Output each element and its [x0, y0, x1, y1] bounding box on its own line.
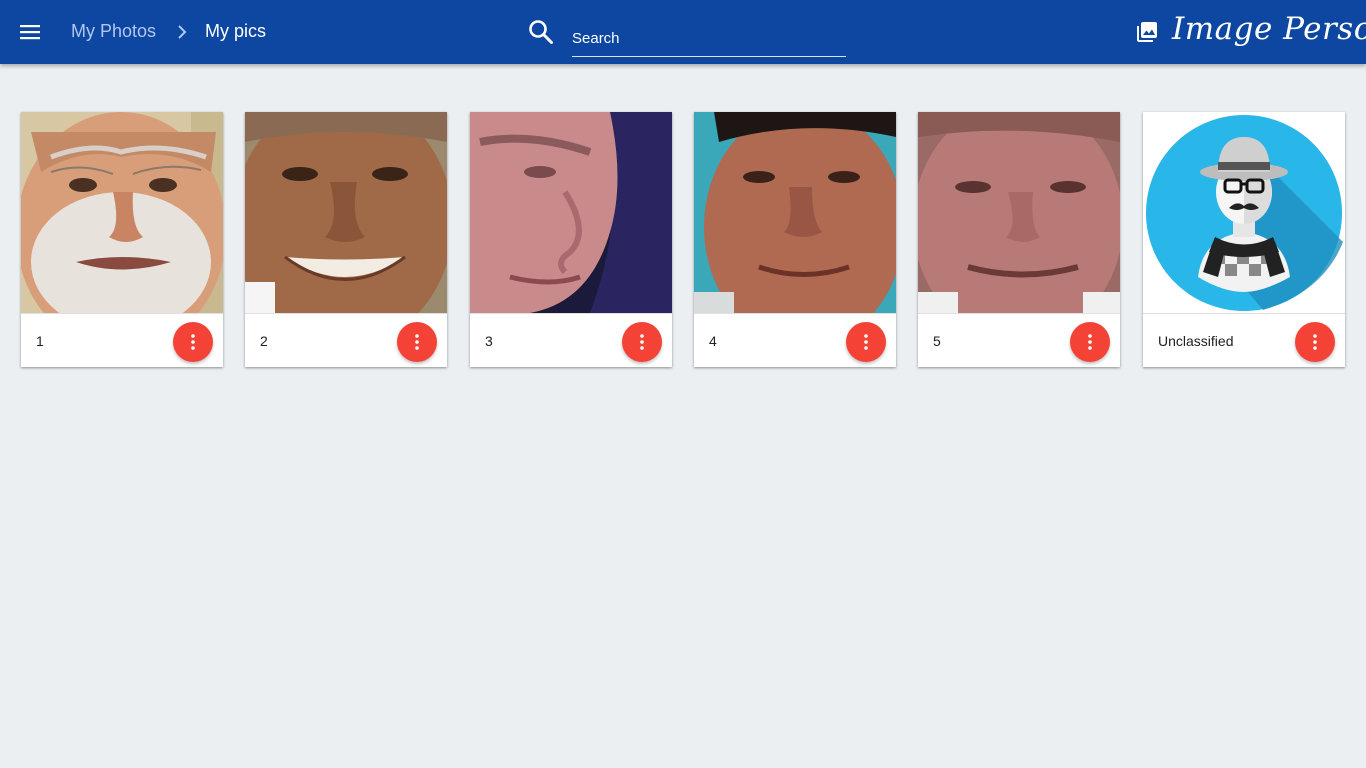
photo-library-icon [1135, 20, 1159, 44]
hipster-avatar [1143, 112, 1345, 313]
card-footer: 4 [694, 313, 896, 367]
more-vert-icon [864, 334, 868, 350]
persona-card[interactable]: 4 [694, 112, 896, 367]
search-input[interactable] [572, 20, 846, 57]
card-label: Unclassified [1158, 333, 1234, 349]
card-footer: 2 [245, 313, 447, 367]
breadcrumb-root[interactable]: My Photos [71, 21, 156, 42]
face-photo [918, 112, 1120, 313]
more-vert-icon [191, 334, 195, 350]
card-label: 5 [933, 333, 941, 349]
face-photo [21, 112, 223, 313]
more-vert-icon [1088, 334, 1092, 350]
more-vert-icon [415, 334, 419, 350]
face-photo [245, 112, 447, 313]
card-label: 4 [709, 333, 717, 349]
card-label: 2 [260, 333, 268, 349]
face-photo [470, 112, 672, 313]
search-icon[interactable] [527, 18, 555, 46]
card-label: 3 [485, 333, 493, 349]
card-footer: 5 [918, 313, 1120, 367]
persona-card-unclassified[interactable]: Unclassified [1143, 112, 1345, 367]
app-logo-text: Image Persona [1172, 11, 1366, 47]
card-menu-button[interactable] [1295, 322, 1335, 362]
face-photo [694, 112, 896, 313]
card-menu-button[interactable] [846, 322, 886, 362]
persona-card[interactable]: 3 [470, 112, 672, 367]
more-vert-icon [640, 334, 644, 350]
breadcrumb-current: My pics [205, 21, 267, 41]
app-header: My Photos My pics Image Persona [0, 0, 1366, 64]
card-menu-button[interactable] [173, 322, 213, 362]
persona-card[interactable]: 5 [918, 112, 1120, 367]
persona-card[interactable]: 2 [245, 112, 447, 367]
chevron-right-icon [174, 22, 190, 42]
card-footer: Unclassified [1143, 313, 1345, 367]
more-vert-icon [1313, 334, 1317, 350]
menu-button[interactable] [16, 18, 44, 46]
card-footer: 1 [21, 313, 223, 367]
card-menu-button[interactable] [1070, 322, 1110, 362]
card-menu-button[interactable] [397, 322, 437, 362]
card-footer: 3 [470, 313, 672, 367]
card-label: 1 [36, 333, 44, 349]
menu-icon [20, 25, 40, 40]
persona-card[interactable]: 1 [21, 112, 223, 367]
card-menu-button[interactable] [622, 322, 662, 362]
